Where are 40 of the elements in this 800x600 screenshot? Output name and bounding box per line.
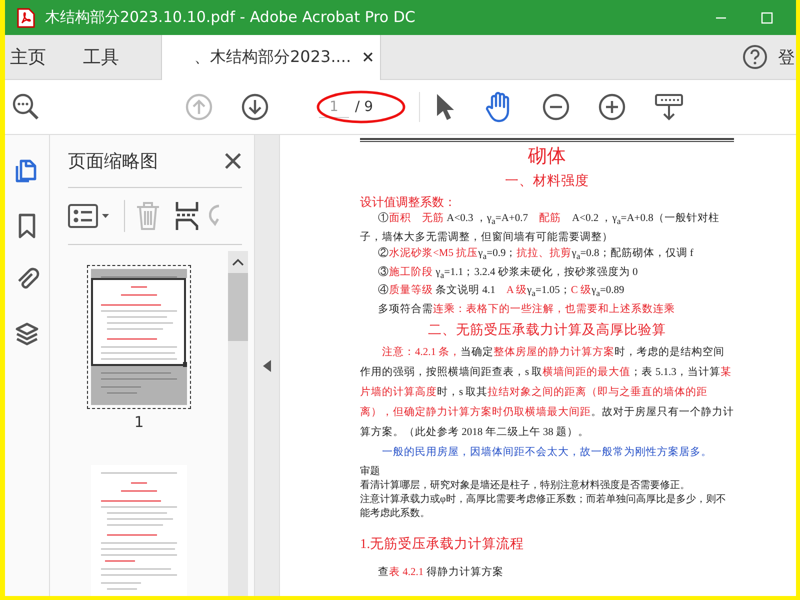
text-line: 看清计算哪层，研究对象是墙还是柱子，特别注意材料强度是否需要修正。 bbox=[360, 479, 691, 494]
section-heading: 二、无筋受压承载力计算及高厚比验算 bbox=[427, 321, 667, 340]
zoom-out-icon[interactable] bbox=[542, 93, 570, 121]
text-line: 注意计算承载力或φ时，高厚比需要考虑修正系数；而若单独问高厚比是多少，则不能考虑此系数。 bbox=[360, 493, 727, 522]
document-tab[interactable]: 、木结构部分2023.... bbox=[161, 34, 381, 80]
page-number: 1 bbox=[134, 413, 144, 431]
sub-heading: 1.无筋受压承载力计算流程 bbox=[360, 535, 526, 554]
panel-title: 页面缩略图 bbox=[68, 150, 158, 173]
close-icon[interactable] bbox=[363, 52, 374, 62]
paragraph: 注意：4.2.1 条，当确定整体房屋的静力计算方案时，考虑的是结构空间作用的强弱，按照横墙间距查表，s 取横墙间距的最大值；表 5.1.3，当计算某片墙的计算高度时，s 取其拉结对象之间的距离（即与之垂直的墙体的距离），但确定静力计算方案时仍取横墙最大间距。故对于房屋只有一个静力计算方案。（此处参考 2018 年二级上午 38 题）。 bbox=[360, 345, 734, 440]
scroll-thumb[interactable] bbox=[228, 273, 248, 341]
page-thumbnail[interactable] bbox=[87, 265, 191, 409]
close-icon[interactable] bbox=[224, 152, 242, 170]
text-line: 查表 4.2.1 得静力计算方案 bbox=[377, 565, 504, 580]
sign-in-link[interactable]: 登 bbox=[778, 46, 796, 68]
text-line: ④质量等级 条文说明 4.1 A 级γ$_{a}$=1.05；C 级γ$_{a}$=0.89 bbox=[377, 283, 626, 300]
window-title: 木结构部分2023.10.10.pdf - Adobe Acrobat Pro DC bbox=[45, 8, 416, 27]
nav-tab[interactable]: 主页 bbox=[5, 34, 58, 80]
page-title: 砌体 bbox=[527, 145, 567, 169]
paragraph: 一般的民用房屋，因墙体间距不会太大，故一般常为刚性方案居多。 bbox=[381, 445, 713, 460]
text-line: ②水泥砂浆<M5 抗压γ$_{a}$=0.9；抗拉、抗剪γ$_{a}$=0.8；配筋砌体，仅调 f bbox=[377, 246, 694, 264]
page-count: / 9 bbox=[355, 99, 374, 115]
insert-page-icon[interactable] bbox=[175, 201, 199, 231]
pointer-icon[interactable] bbox=[434, 92, 456, 122]
text-line: 多项符合需连乘：表格下的一些注解，也需要和上述系数连乘 bbox=[377, 302, 676, 317]
text-line: ③施工阶段 γ$_{a}$=1.1；3.2.4 砂浆未硬化，按砂浆强度为 0 bbox=[377, 265, 639, 282]
zoom-in-icon[interactable] bbox=[598, 93, 626, 121]
maximize-icon bbox=[761, 12, 773, 24]
scroll-mode-icon[interactable] bbox=[654, 92, 684, 122]
scroll-up-icon[interactable] bbox=[232, 258, 244, 266]
search-icon[interactable] bbox=[11, 92, 41, 122]
section-heading: 一、材料强度 bbox=[504, 172, 590, 190]
text-line: 审题 bbox=[360, 465, 381, 480]
collapse-arrow-icon[interactable] bbox=[263, 360, 271, 372]
help-icon[interactable] bbox=[742, 44, 768, 70]
paragraph-label: 设计值调整系数： bbox=[360, 194, 457, 211]
options-icon[interactable] bbox=[68, 204, 110, 228]
nav-tab[interactable]: 工具 bbox=[78, 34, 131, 80]
pdf-icon bbox=[17, 8, 35, 28]
scrollbar[interactable] bbox=[228, 251, 248, 596]
